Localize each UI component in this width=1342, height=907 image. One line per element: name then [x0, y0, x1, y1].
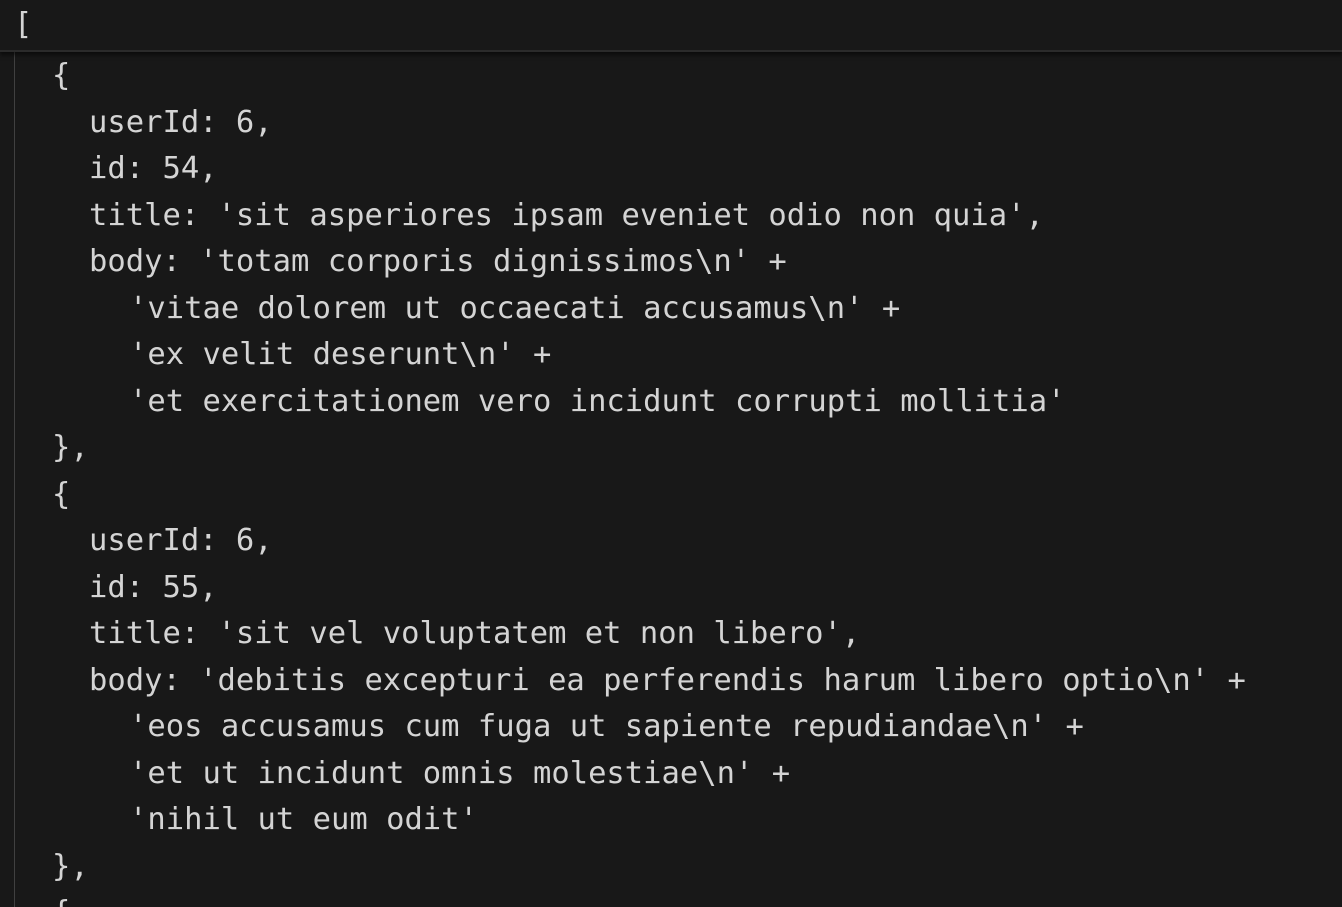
code-line: title: 'sit vel voluptatem et non libero…: [89, 616, 861, 651]
code-line: 'nihil ut eum odit': [129, 802, 478, 837]
code-line: 'eos accusamus cum fuga ut sapiente repu…: [129, 709, 1084, 744]
code-line: {: [52, 58, 71, 93]
code-line: body: 'debitis excepturi ea perferendis …: [89, 663, 1246, 698]
code-line: [: [14, 7, 33, 42]
code-line: 'et exercitationem vero incidunt corrupt…: [129, 384, 1066, 419]
code-line: id: 55,: [89, 570, 218, 605]
code-line: {: [52, 477, 71, 512]
code-line: userId: 6,: [89, 105, 273, 140]
sticky-scroll-header[interactable]: [: [0, 0, 1342, 52]
code-line: 'ex velit deserunt\n' +: [129, 337, 552, 372]
code-line: 'vitae dolorem ut occaecati accusamus\n'…: [129, 291, 901, 326]
indent-guide: [14, 52, 15, 907]
code-line: id: 54,: [89, 151, 218, 186]
code-line: 'et ut incidunt omnis molestiae\n' +: [129, 756, 791, 791]
code-editor[interactable]: [ { userId: 6, id: 54, title: 'sit asper…: [0, 0, 1342, 907]
code-line: },: [52, 430, 89, 465]
code-line: title: 'sit asperiores ipsam eveniet odi…: [89, 198, 1044, 233]
code-line: userId: 6,: [89, 523, 273, 558]
code-line: body: 'totam corporis dignissimos\n' +: [89, 244, 787, 279]
code-line: {: [52, 890, 70, 907]
code-line: },: [52, 849, 89, 884]
